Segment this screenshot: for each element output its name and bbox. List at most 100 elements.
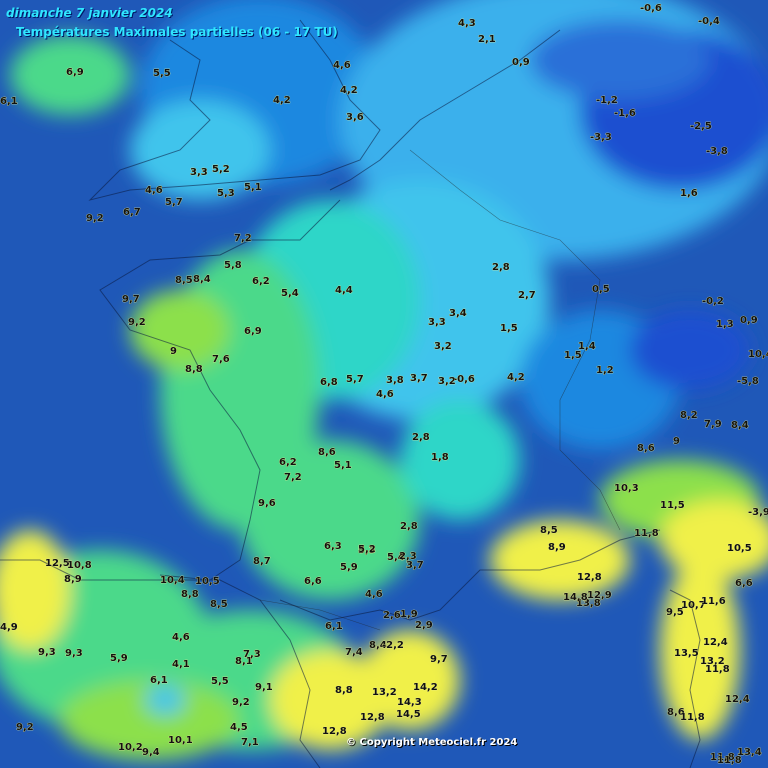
station-value: 0,9 — [740, 315, 758, 326]
station-value: 10,5 — [195, 576, 220, 587]
station-value: 9 — [170, 346, 177, 357]
station-value: 2,6 — [383, 610, 401, 621]
station-value: 9,4 — [142, 747, 160, 758]
station-value: 5,9 — [340, 562, 358, 573]
station-value: 4,6 — [172, 632, 190, 643]
station-value: 4,6 — [333, 60, 351, 71]
station-value: 6,1 — [325, 621, 343, 632]
station-value: 5,8 — [224, 260, 242, 271]
station-value: 1,9 — [400, 609, 418, 620]
station-value: -1,6 — [614, 108, 636, 119]
station-value: 10,8 — [67, 560, 92, 571]
station-value: 11,6 — [701, 596, 726, 607]
station-value: 9,2 — [86, 213, 104, 224]
station-value: -2,5 — [690, 121, 712, 132]
station-value: 10,4 — [160, 575, 185, 586]
station-value: 5,3 — [217, 188, 235, 199]
station-value: 13,2 — [372, 687, 397, 698]
map-date: dimanche 7 janvier 2024 — [6, 6, 173, 20]
station-value: 4,2 — [507, 372, 525, 383]
station-value: 1,6 — [680, 188, 698, 199]
station-value: -0,6 — [640, 3, 662, 14]
station-value: 3,6 — [346, 112, 364, 123]
station-value: 7,3 — [243, 649, 261, 660]
station-value: 3,2 — [438, 376, 456, 387]
station-value: 7,2 — [234, 233, 252, 244]
station-value: 14,8 — [563, 592, 588, 603]
station-value: 1,3 — [716, 319, 734, 330]
station-value: 4,6 — [365, 589, 383, 600]
station-value: 10,4 — [748, 349, 768, 360]
station-value: 9,3 — [65, 648, 83, 659]
station-value: 3,2 — [434, 341, 452, 352]
station-value: 13,5 — [674, 648, 699, 659]
station-value: -3,3 — [590, 132, 612, 143]
station-value: 10,3 — [614, 483, 639, 494]
station-value: 7,6 — [212, 354, 230, 365]
station-value: 5,9 — [110, 653, 128, 664]
station-value: 14,2 — [413, 682, 438, 693]
station-value: 9,7 — [430, 654, 448, 665]
station-value: 6,6 — [735, 578, 753, 589]
station-value: 6,1 — [0, 96, 18, 107]
station-value: 7,1 — [241, 737, 259, 748]
station-value: 1,5 — [500, 323, 518, 334]
station-value: 8,7 — [253, 556, 271, 567]
station-value: 8,4 — [193, 274, 211, 285]
station-value: 8,5 — [175, 275, 193, 286]
station-value: 4,4 — [335, 285, 353, 296]
station-value: -5,8 — [737, 376, 759, 387]
station-value: 4,5 — [230, 722, 248, 733]
weather-map: 6,9 5,5 6,1 9,2 6,7 4,6 5,7 3,3 5,2 5,1 4,2 3,6 4,6 4… — [0, 0, 768, 768]
station-value: 11,5 — [660, 500, 685, 511]
station-value: 6,2 — [252, 276, 270, 287]
station-value: 11,8 — [680, 712, 705, 723]
station-value: 10,2 — [118, 742, 143, 753]
station-value: 5,1 — [244, 182, 262, 193]
station-value: 8,2 — [680, 410, 698, 421]
station-value: -0,4 — [698, 16, 720, 27]
station-value: 10,1 — [168, 735, 193, 746]
station-value: -1,2 — [596, 95, 618, 106]
station-value: 12,4 — [725, 694, 750, 705]
station-value: 1,5 — [564, 350, 582, 361]
station-value: 4,2 — [273, 95, 291, 106]
station-value: 4,9 — [0, 622, 18, 633]
station-value: 9,2 — [128, 317, 146, 328]
station-value: 9,3 — [38, 647, 56, 658]
station-value: 14,3 — [397, 697, 422, 708]
station-value: 4,1 — [172, 659, 190, 670]
station-value: -0,2 — [702, 296, 724, 307]
station-value: 14,5 — [396, 709, 421, 720]
station-value: 11,8 — [634, 528, 659, 539]
station-value: 2,9 — [415, 620, 433, 631]
station-value: 8,8 — [185, 364, 203, 375]
station-value: 1,8 — [431, 452, 449, 463]
station-value: -2,2 — [382, 640, 404, 651]
station-value: 8,4 — [731, 420, 749, 431]
station-value: 8,9 — [64, 574, 82, 585]
map-canvas: 6,9 5,56,19,26,74,65,73,3 5,25,14,23,64,64… — [0, 0, 768, 768]
station-value: 5,2 — [212, 164, 230, 175]
station-value: 4,6 — [376, 389, 394, 400]
station-value: 12,9 — [587, 590, 612, 601]
station-value: 12,5 — [45, 558, 70, 569]
station-value: 6,7 — [123, 207, 141, 218]
station-value: 9,1 — [255, 682, 273, 693]
station-value: 2,7 — [518, 290, 536, 301]
station-value: 9,2 — [16, 722, 34, 733]
station-value: 2,8 — [412, 432, 430, 443]
station-value: 8,5 — [540, 525, 558, 536]
station-value: 8,8 — [181, 589, 199, 600]
station-value: 0,5 — [592, 284, 610, 295]
station-value: 9,2 — [232, 697, 250, 708]
station-value: -0,6 — [453, 374, 475, 385]
map-subtitle: Températures Maximales partielles (06 - … — [16, 25, 338, 39]
station-value: 8,5 — [210, 599, 228, 610]
station-value: 2,3 — [399, 551, 417, 562]
station-value: 7,2 — [284, 472, 302, 483]
station-value: 9,7 — [122, 294, 140, 305]
station-value: 6,2 — [279, 457, 297, 468]
copyright: © Copyright Meteociel.fr 2024 — [346, 737, 518, 748]
station-value: 12,8 — [322, 726, 347, 737]
